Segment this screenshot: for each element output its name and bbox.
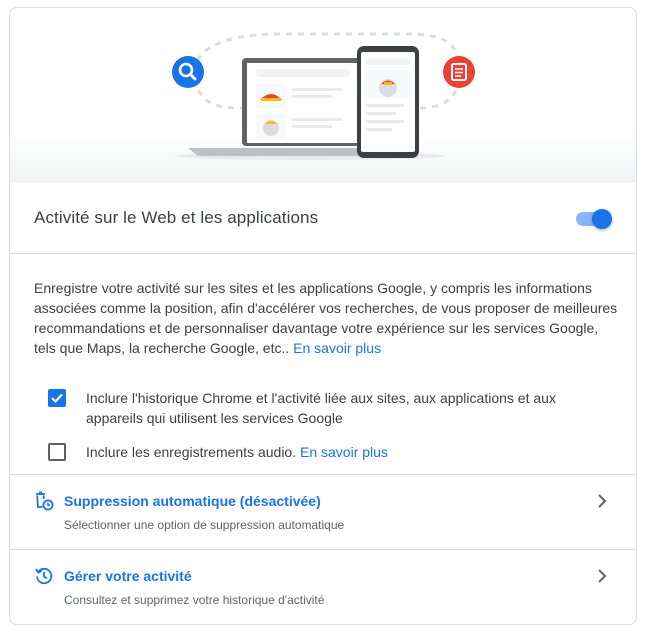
auto-delete-icon	[36, 491, 54, 511]
search-icon	[172, 56, 204, 88]
chevron-right-icon	[598, 569, 607, 583]
hero-illustration	[10, 8, 636, 182]
audio-recordings-checkbox[interactable]	[48, 443, 66, 461]
chrome-history-label: Inclure l'historique Chrome et l'activit…	[86, 390, 556, 426]
setting-header: Activité sur le Web et les applications	[10, 182, 636, 254]
setting-title: Activité sur le Web et les applications	[34, 208, 319, 227]
devices-illustration	[172, 32, 475, 160]
setting-description: Enregistre votre activité sur les sites …	[34, 278, 620, 358]
auto-delete-title: Suppression automatique (désactivée)	[64, 493, 321, 509]
chevron-right-icon	[598, 494, 607, 508]
learn-more-link[interactable]: En savoir plus	[293, 340, 381, 356]
audio-learn-more-link[interactable]: En savoir plus	[300, 444, 388, 460]
manage-activity-row[interactable]: Gérer votre activité Consultez et suppri…	[10, 550, 636, 624]
checkmark-icon	[51, 393, 63, 404]
activity-toggle[interactable]	[576, 209, 612, 229]
setting-details: Enregistre votre activité sur les sites …	[10, 254, 636, 475]
auto-delete-subtitle: Sélectionner une option de suppression a…	[64, 518, 345, 532]
toggle-thumb	[592, 209, 612, 229]
activity-card: Activité sur le Web et les applications …	[9, 7, 637, 625]
manage-activity-title: Gérer votre activité	[64, 568, 192, 584]
document-icon	[443, 56, 475, 88]
chrome-history-checkbox[interactable]	[48, 389, 66, 407]
audio-recordings-label: Inclure les enregistrements audio. En sa…	[86, 442, 596, 462]
audio-recordings-text: Inclure les enregistrements audio.	[86, 444, 297, 460]
manage-activity-subtitle: Consultez et supprimez votre historique …	[64, 593, 325, 607]
auto-delete-row[interactable]: Suppression automatique (désactivée) Sél…	[10, 475, 636, 550]
history-icon	[35, 567, 53, 585]
